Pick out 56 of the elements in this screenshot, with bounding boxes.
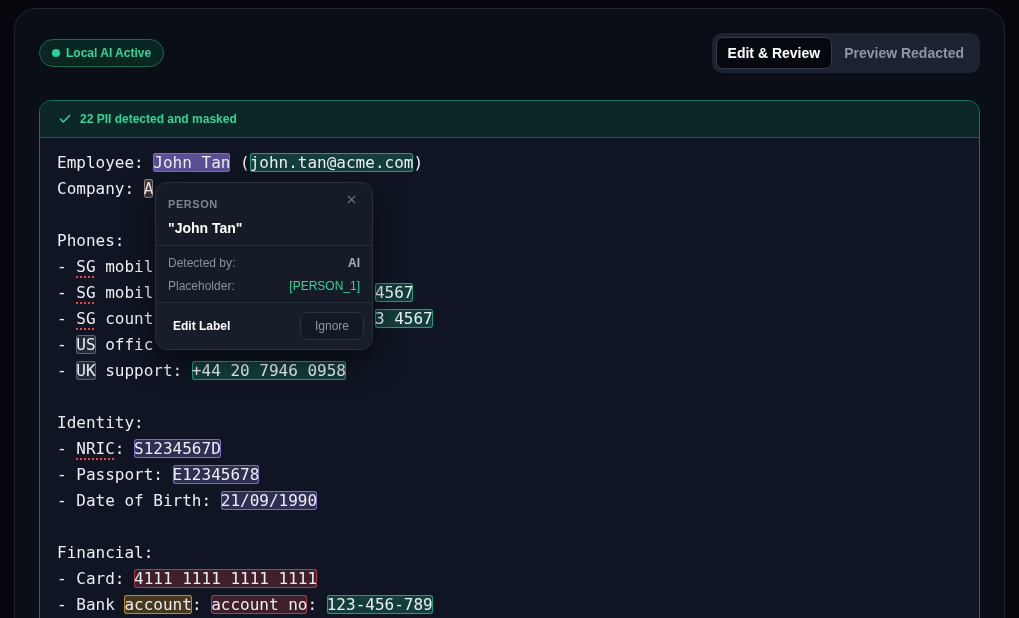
- document-text: :: [307, 595, 319, 614]
- pii-highlight[interactable]: John Tan: [153, 153, 231, 172]
- pii-highlight[interactable]: 3 4567: [374, 309, 433, 328]
- document-text: :: [114, 439, 126, 458]
- misspelled-word: SG: [76, 257, 96, 276]
- document-text: Company:: [57, 179, 136, 198]
- document-text: mobil: [104, 257, 154, 276]
- detail-value: AI: [348, 255, 360, 272]
- document-text: support:: [104, 361, 184, 380]
- document-text: Employee:: [57, 153, 145, 172]
- edit-label-button[interactable]: Edit Label: [164, 312, 240, 340]
- document-text: mobil: [104, 283, 154, 302]
- misspelled-word: SG: [76, 309, 96, 328]
- pii-highlight[interactable]: 4567: [374, 283, 414, 302]
- pii-highlight[interactable]: S1234567D: [134, 439, 221, 458]
- document-text: (: [239, 153, 250, 172]
- document-text: -: [57, 335, 68, 354]
- document-text: - Card:: [57, 569, 126, 588]
- document-text: Financial:: [57, 543, 154, 562]
- pii-highlight[interactable]: john.tan@acme.com: [249, 153, 414, 172]
- document-text: count: [104, 309, 154, 328]
- document-text: - Bank: [57, 595, 116, 614]
- document-text: -: [57, 439, 68, 458]
- entity-value: "John Tan": [168, 219, 243, 238]
- document-text: -: [57, 309, 68, 328]
- pii-highlight[interactable]: A: [143, 179, 154, 198]
- document-text: Phones:: [57, 231, 125, 250]
- misspelled-word: NRIC: [76, 439, 115, 458]
- pii-highlight[interactable]: +44 20 7946 0958: [191, 361, 346, 380]
- entity-category: PERSON: [168, 197, 218, 212]
- detail-label: Detected by:: [168, 255, 236, 272]
- detail-value: [PERSON_1]: [289, 278, 360, 295]
- document-text: Identity:: [57, 413, 144, 432]
- document-text: offic: [104, 335, 154, 354]
- detail-label: Placeholder:: [168, 278, 235, 295]
- pii-highlight[interactable]: 123-456-789: [326, 595, 433, 614]
- banner-text: 22 PII detected and masked: [80, 111, 237, 128]
- pii-highlight[interactable]: 21/09/1990: [220, 491, 318, 510]
- view-tab[interactable]: Preview Redacted: [832, 37, 976, 69]
- check-icon: [58, 112, 72, 126]
- pii-highlight[interactable]: UK: [76, 361, 96, 380]
- document-text: -: [57, 283, 68, 302]
- document-text: ): [413, 153, 424, 172]
- document-text: -: [57, 361, 68, 380]
- close-icon: [345, 193, 358, 206]
- close-button[interactable]: [345, 193, 358, 206]
- view-tab[interactable]: Edit & Review: [715, 37, 833, 69]
- pii-highlight[interactable]: US: [76, 335, 96, 354]
- misspelled-word: SG: [76, 283, 96, 302]
- document-text: :: [191, 595, 203, 614]
- status-label: Local AI Active: [66, 45, 152, 62]
- pii-highlight[interactable]: account: [124, 595, 192, 614]
- document-text: - Passport:: [57, 465, 164, 484]
- document-text: -: [57, 257, 68, 276]
- document-text: - Date of Birth:: [57, 491, 213, 510]
- ignore-button[interactable]: Ignore: [299, 312, 364, 340]
